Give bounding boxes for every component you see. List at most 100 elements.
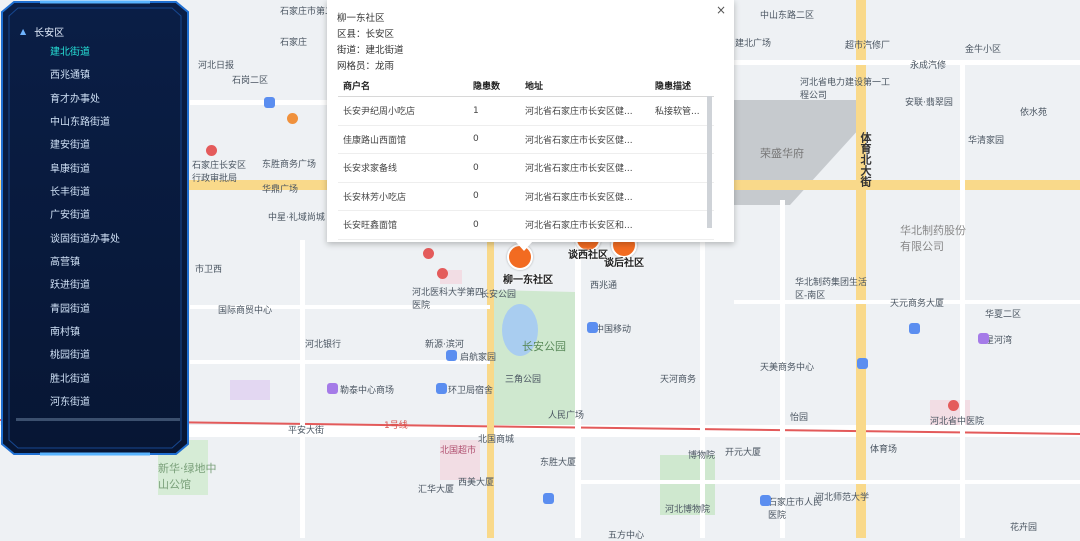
- merchant-address: 河北省石家庄市长安区健...: [520, 96, 650, 126]
- hazard-count: 0: [468, 153, 520, 183]
- map-label: 天元商务大厦: [890, 299, 945, 309]
- horizontal-scrollbar[interactable]: [16, 418, 180, 421]
- map-label: 中山东路二区: [760, 11, 815, 21]
- tree-item[interactable]: 青园街道: [14, 298, 182, 321]
- merchant-address: 河北省石家庄市长安区健...: [520, 125, 650, 154]
- district-tree-panel: ▲ 长安区 建北街道 西兆通镇 育才办事处 中山东路街道 建安街道 阜康街道 长…: [0, 0, 190, 456]
- map-label: 河北师范大学: [815, 493, 870, 503]
- tree-item[interactable]: 高营镇: [14, 251, 182, 274]
- tree-item[interactable]: 南村镇: [14, 321, 182, 344]
- tree-item[interactable]: 中山东路街道: [14, 111, 182, 134]
- map-label: 国际商贸中心: [218, 306, 273, 316]
- map-label: 依水苑: [1020, 108, 1048, 118]
- map-label: 东胜大厦: [540, 458, 577, 468]
- map-label: 荣盛华府: [760, 147, 804, 160]
- map-label: 河北银行: [305, 340, 342, 350]
- hazard-desc: [650, 182, 714, 211]
- map-label: 启航家园: [460, 353, 497, 363]
- close-icon[interactable]: ×: [716, 3, 726, 17]
- map-label: 三角公园: [505, 375, 542, 385]
- map-label: 石家庄长安区行政审批局: [192, 161, 247, 184]
- table-row[interactable]: 佳康路山西面馆 0 河北省石家庄市长安区健...: [338, 125, 714, 154]
- map-label: 汇华大厦: [418, 485, 455, 495]
- tree-root-label: 长安区: [34, 28, 65, 39]
- poi-icon: [909, 323, 920, 334]
- map-label: 华北制药集团生活区-南区: [795, 278, 868, 301]
- merchant-address: 河北省石家庄市长安区和...: [520, 210, 650, 240]
- map-label: 建北广场: [735, 39, 772, 49]
- column-header: 商户名: [338, 74, 468, 97]
- map-label: 新源·滨河: [425, 340, 464, 350]
- map-label: 人民广场: [548, 411, 585, 421]
- tree-root-node[interactable]: ▲ 长安区: [20, 24, 64, 39]
- merchant-name: 长安旺鑫面馆: [338, 210, 468, 240]
- hospital-icon: [206, 145, 217, 156]
- tree-item[interactable]: 西兆通镇: [14, 64, 182, 87]
- hospital-icon: [437, 268, 448, 279]
- tree-item[interactable]: 建北街道: [14, 41, 182, 64]
- tree-item[interactable]: 跃进街道: [14, 274, 182, 297]
- tree-item[interactable]: 胜北街道: [14, 368, 182, 391]
- map-label: 天美商务中心: [760, 363, 815, 373]
- tree-item[interactable]: 育才办事处: [14, 88, 182, 111]
- popup-street: 街道：建北街道: [337, 45, 404, 56]
- poi-icon: [978, 333, 989, 344]
- table-scrollbar[interactable]: [707, 96, 712, 228]
- map-label: 河北日报: [198, 61, 235, 71]
- tree-item[interactable]: 谈固街道办事处: [14, 228, 182, 251]
- poi-icon: [543, 493, 554, 504]
- map-label: 华鼎广场: [262, 185, 299, 195]
- map-label: 河北博物院: [665, 505, 711, 515]
- metro-line-label: 1号线: [384, 421, 408, 431]
- merchant-name: 长安尹纪周小吃店: [338, 96, 468, 126]
- map-label: 石家庄: [280, 38, 308, 48]
- community-marker-label: 柳一东社区: [503, 275, 553, 286]
- road-label: 平安大街: [288, 426, 325, 436]
- map-label: 市卫西: [195, 265, 223, 275]
- poi-icon: [857, 358, 868, 369]
- hazard-desc: [650, 125, 714, 154]
- map-label: 华清家园: [968, 136, 1005, 146]
- poi-icon: [327, 383, 338, 394]
- map-label: 星河湾: [985, 336, 1013, 346]
- hazard-desc: 私接软管...: [650, 96, 714, 126]
- merchant-table: 商户名 隐患数 地址 隐患描述 长安尹纪周小吃店 1 河北省石家庄市长安区健..…: [338, 74, 714, 240]
- map-label: 中国移动: [595, 325, 632, 335]
- tree-item[interactable]: 长丰街道: [14, 181, 182, 204]
- community-marker-label: 谈西社区: [568, 250, 608, 261]
- map-label: 天河商务: [660, 375, 697, 385]
- popup-pointer: [515, 241, 533, 251]
- tree-item[interactable]: 桃园街道: [14, 344, 182, 367]
- poi-icon: [760, 495, 771, 506]
- road-label: 体育北大街: [859, 132, 872, 187]
- map-label: 花卉园: [1010, 523, 1038, 533]
- tree-item[interactable]: 建安街道: [14, 134, 182, 157]
- hospital-icon: [423, 248, 434, 259]
- table-row[interactable]: 长安林芳小吃店 0 河北省石家庄市长安区健...: [338, 182, 714, 211]
- table-row[interactable]: 长安求家备线 0 河北省石家庄市长安区健...: [338, 153, 714, 183]
- tree-item[interactable]: 阜康街道: [14, 158, 182, 181]
- tree-item[interactable]: 河东街道: [14, 391, 182, 414]
- map-label: 东胜商务广场: [262, 160, 317, 170]
- map-label: 华夏二区: [985, 310, 1022, 320]
- merchant-address: 河北省石家庄市长安区健...: [520, 182, 650, 211]
- map-label: 金牛小区: [965, 45, 1002, 55]
- poi-icon: [287, 113, 298, 124]
- poi-icon: [587, 322, 598, 333]
- map-label: 北国商城: [478, 435, 515, 445]
- table-row[interactable]: 长安旺鑫面馆 0 河北省石家庄市长安区和...: [338, 210, 714, 240]
- table-row[interactable]: 长安尹纪周小吃店 1 河北省石家庄市长安区健... 私接软管...: [338, 96, 714, 126]
- community-info-popup: × 柳一东社区 区县：长安区 街道：建北街道 网格员：龙雨 商户名 隐患数 地址…: [327, 0, 734, 242]
- merchant-name: 佳康路山西面馆: [338, 125, 468, 154]
- popup-gridman: 网格员：龙雨: [337, 61, 395, 72]
- hazard-count: 0: [468, 210, 520, 240]
- map-label: 华北制药股份有限公司: [900, 224, 966, 253]
- merchant-name: 长安求家备线: [338, 153, 468, 183]
- map-label: 河北省中医院: [930, 417, 985, 427]
- map-label: 怡园: [790, 413, 809, 423]
- map-label: 石岗二区: [232, 76, 269, 86]
- tree-item[interactable]: 广安街道: [14, 204, 182, 227]
- merchant-address: 河北省石家庄市长安区健...: [520, 153, 650, 183]
- hazard-count: 0: [468, 125, 520, 154]
- map-label: 五方中心: [608, 531, 645, 541]
